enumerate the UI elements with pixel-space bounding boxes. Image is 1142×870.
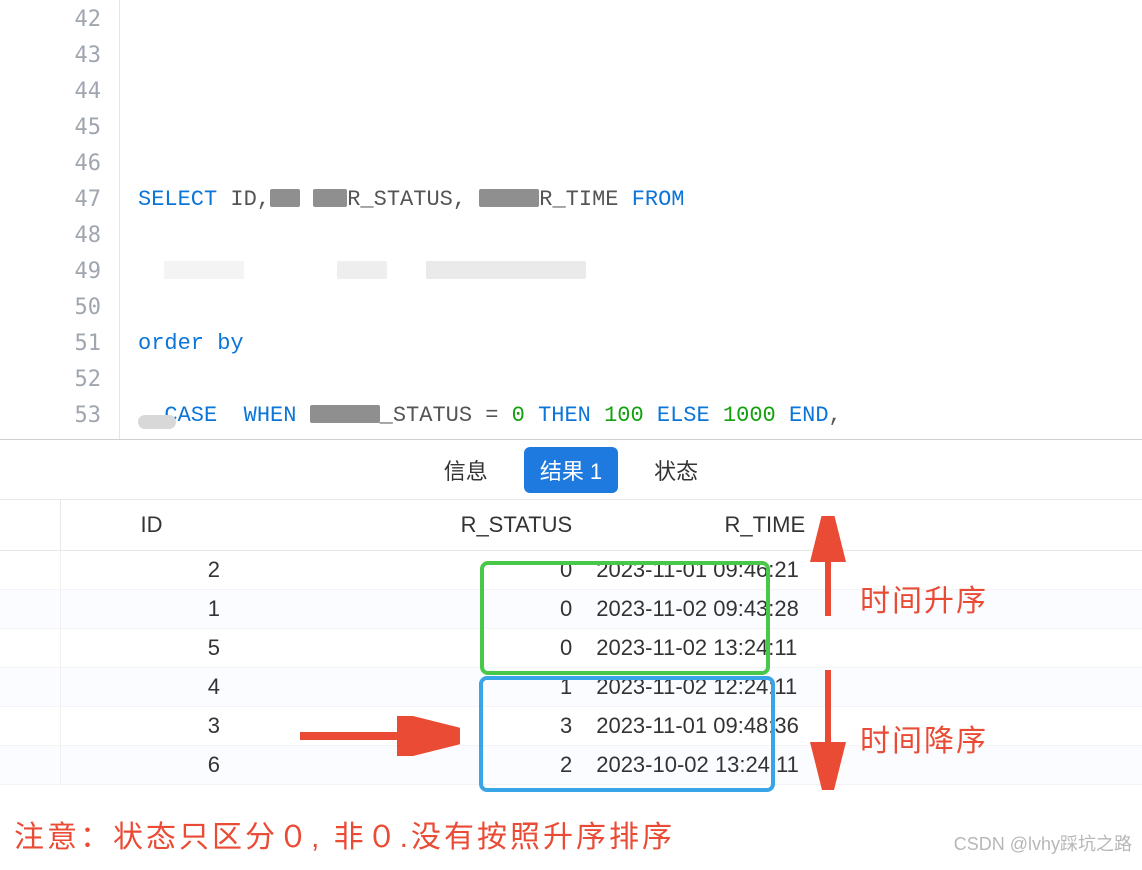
arrow-up-icon [808, 516, 848, 626]
results-table: ID R_STATUS R_TIME 202023-11-01 09:46:21… [0, 500, 1142, 785]
line-number: 51 [0, 326, 119, 362]
line-number: 50 [0, 290, 119, 326]
code-line-44: SELECT ID, R_STATUS, R_TIME FROM [138, 182, 1142, 218]
table-row[interactable]: 412023-11-02 12:24:11 [0, 668, 1142, 707]
code-line-45 [138, 254, 1142, 290]
watermark: CSDN @lvhy踩坑之路 [954, 830, 1132, 856]
scrollbar-horizontal[interactable] [138, 415, 176, 429]
table-row[interactable]: 502023-11-02 13:24:11 [0, 629, 1142, 668]
code-editor: 42 43 44 45 46 47 48 49 50 51 52 53 SELE… [0, 0, 1142, 440]
table-row[interactable]: 102023-11-02 09:43:28 [0, 590, 1142, 629]
tab-result-1[interactable]: 结果 1 [524, 447, 618, 493]
results-panel: ID R_STATUS R_TIME 202023-11-01 09:46:21… [0, 500, 1142, 785]
line-number: 42 [0, 2, 119, 38]
code-content[interactable]: SELECT ID, R_STATUS, R_TIME FROM order b… [120, 0, 1142, 439]
line-number: 49 [0, 254, 119, 290]
line-number: 45 [0, 110, 119, 146]
line-gutter: 42 43 44 45 46 47 48 49 50 51 52 53 [0, 0, 120, 439]
table-row[interactable]: 622023-10-02 13:24:11 [0, 746, 1142, 785]
table-row[interactable]: 202023-11-01 09:46:21 [0, 551, 1142, 590]
line-number: 46 [0, 146, 119, 182]
code-line-42 [138, 38, 1142, 74]
code-line-47: CASE WHEN _STATUS = 0 THEN 100 ELSE 1000… [138, 398, 1142, 434]
arrow-down-icon [808, 660, 848, 790]
th-time[interactable]: R_TIME [582, 500, 1142, 551]
line-number: 43 [0, 38, 119, 74]
line-number: 44 [0, 74, 119, 110]
tab-info[interactable]: 信息 [434, 448, 498, 492]
line-number: 53 [0, 398, 119, 434]
code-line-46: order by [138, 326, 1142, 362]
arrow-right-icon [290, 716, 460, 756]
tab-status[interactable]: 状态 [644, 448, 708, 492]
line-number: 52 [0, 362, 119, 398]
line-number: 47 [0, 182, 119, 218]
annotation-note: 注意：状态只区分０, 非０.没有按照升序排序 [14, 812, 675, 856]
table-row[interactable]: 332023-11-01 09:48:36 [0, 707, 1142, 746]
code-line-43 [138, 110, 1142, 146]
th-id[interactable]: ID [60, 500, 260, 551]
th-rowhead [0, 500, 60, 551]
result-tabs: 信息 结果 1 状态 [0, 440, 1142, 500]
line-number: 48 [0, 218, 119, 254]
th-status[interactable]: R_STATUS [260, 500, 582, 551]
